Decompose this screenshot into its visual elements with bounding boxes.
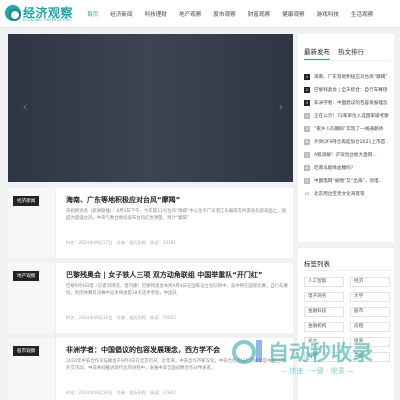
tag-item[interactable]: 科学 [304, 352, 344, 362]
article-card[interactable]: 股市观察 非洲学者：中国倡议的包容发展理念，西方学不会 2024年中非合作论坛峰… [8, 338, 293, 400]
rank-badge: 3 [304, 99, 310, 106]
nav-item-tech-finance[interactable]: 科技理财 [139, 10, 173, 18]
nav-item-gaming[interactable]: 游戏科技 [311, 10, 345, 18]
article-thumbnail[interactable]: 股市观察 [8, 338, 56, 400]
nav-item-stocks[interactable]: 股市观察 [207, 10, 241, 18]
nav-item-home[interactable]: 首页 [81, 10, 104, 18]
list-item[interactable]: 2 巴黎残奥会 | 全天综合：自行车赛场 [304, 83, 390, 96]
tag-item[interactable]: 光大 [304, 337, 344, 347]
rank-badge: 2 [304, 86, 310, 93]
list-item-text[interactable]: “家乡人的期盼”实现了一线通期待 [314, 126, 390, 132]
tag-item[interactable]: 股市 [350, 307, 390, 317]
site-logo[interactable]: 经济观察 ECONOMIC OBSERVATION [5, 3, 75, 25]
list-item-text[interactable]: 吃南瓜能降血糖吗？ [314, 165, 390, 171]
list-item-text[interactable]: 海南、广东等地积极应对台风“摩羯” [314, 74, 390, 80]
main-nav: 首页 经济新闻 科技理财 地产观察 股市观察 财富观察 健康观察 游戏科技 生活… [81, 10, 379, 18]
list-item-text[interactable]: 外资QFII持仓再度加仓2021上市首.. [314, 139, 390, 145]
list-item-text[interactable]: 巴黎残奥会 | 全天综合：自行车赛场 [314, 87, 390, 93]
tag-item[interactable]: 三农 [350, 352, 390, 362]
article-meta: 时光：2024年09月16日 作者：组历历程 阅读：37882 [66, 390, 177, 395]
category-badge[interactable]: 经济新闻 [13, 196, 40, 206]
article-card[interactable]: 地产观察 巴黎残奥会 | 女子铁人三项 双方动角联组 中国举重队“开门红” 巴黎… [8, 263, 293, 333]
rank-badge: 10 [304, 190, 310, 197]
hot-list: 1 海南、广东等地积极应对台风“摩羯” 2 巴黎残奥会 | 全天综合：自行车赛场 3… [304, 70, 390, 200]
article-excerpt: 巴黎9月4日电（记者刘旸浩、曾刊康）巴黎残奥会本周9月4日在国家设立名队和中，竞… [66, 284, 288, 296]
tag-item[interactable]: 金融科技 [304, 307, 344, 317]
divider [304, 270, 390, 271]
chevron-right-icon[interactable]: › [274, 100, 288, 114]
tag-item[interactable]: 经济 [350, 277, 390, 287]
article-meta: 时光：2024年09月17日 作者：组历历程 阅读：20381 [66, 240, 177, 245]
category-badge[interactable]: 地产观察 [13, 271, 40, 281]
logo-mark-icon [5, 5, 21, 21]
site-header: 经济观察 ECONOMIC OBSERVATION 首页 经济新闻 科技理财 地… [0, 0, 400, 28]
sidebar-hot-panel: 最新发布 热文排行 1 海南、广东等地积极应对台风“摩羯” 2 巴黎残奥会 | 全天… [298, 34, 394, 242]
list-item[interactable]: 1 海南、广东等地积极应对台风“摩羯” [304, 70, 390, 83]
tag-item[interactable]: 房租 [350, 322, 390, 332]
article-thumbnail[interactable]: 地产观察 [8, 263, 56, 333]
tab-latest[interactable]: 最新发布 [304, 46, 330, 60]
article-excerpt: 2024年中非合作论坛峰会于9月4日在北京召开。近年来，中非合作不断深化。中非合… [66, 359, 285, 371]
divider [304, 60, 390, 61]
rank-badge: 5 [304, 125, 310, 132]
list-item-text[interactable]: 正在公示！72家单位入选国家级考察 [314, 113, 390, 119]
chevron-left-icon[interactable]: ‹ [18, 100, 32, 114]
list-item[interactable]: 6 外资QFII持仓再度加仓2021上市首.. [304, 135, 390, 148]
article-title[interactable]: 巴黎残奥会 | 女子铁人三项 双方动角联组 中国举重队“开门红” [66, 270, 263, 280]
nav-item-wealth[interactable]: 财富观察 [242, 10, 276, 18]
tab-hot-ranking[interactable]: 热文排行 [338, 46, 364, 60]
banner-slider[interactable]: ‹ › [8, 34, 293, 182]
list-item[interactable]: 4 正在公示！72家单位入选国家级考察 [304, 109, 390, 122]
article-card[interactable]: 经济新闻 海南、广东等地积极应对台风“摩羯” 央视网消息（新闻联播）：9月1日下… [8, 188, 293, 258]
tag-item[interactable]: 人工智能 [304, 277, 344, 287]
rank-badge: 7 [304, 151, 310, 158]
list-item-text[interactable]: 非洲学者：中国倡议的包容发展理念 [314, 100, 390, 106]
list-item-text[interactable]: A股调解！沪深创业板大盘倒... [314, 152, 390, 158]
article-meta: 时光：2024年09月16日 作者：组历历程 阅读：79652 [66, 315, 177, 320]
article-title[interactable]: 非洲学者：中国倡议的包容发展理念，西方学不会 [66, 345, 220, 355]
article-excerpt: 央视网消息（新闻联播）：9月1日下午，今年第11号台风“摩羯”中心位于广东湛江东… [66, 209, 286, 221]
nav-item-economy[interactable]: 经济新闻 [104, 10, 138, 18]
logo-subtext: ECONOMIC OBSERVATION [23, 18, 70, 22]
rank-badge: 8 [304, 164, 310, 171]
rank-badge: 4 [304, 112, 310, 119]
tag-item[interactable]: 电子商务 [304, 292, 344, 302]
list-item[interactable]: 7 A股调解！沪深创业板大盘倒... [304, 148, 390, 161]
nav-item-life[interactable]: 生活观察 [345, 10, 379, 18]
sidebar-tabs: 最新发布 热文排行 [304, 46, 364, 60]
tag-grid: 人工智能 经济 电子商务 大学 金融科技 股市 金融机构 房租 光大 投资 科学… [304, 277, 390, 362]
article-title[interactable]: 海南、广东等地积极应对台风“摩羯” [66, 195, 180, 205]
list-item[interactable]: 9 中国电网“被圈”又“出海”，亮电... [304, 174, 390, 187]
list-item-text[interactable]: 中国电网“被圈”又“出海”，亮电... [314, 178, 390, 184]
nav-item-real-estate[interactable]: 地产观察 [173, 10, 207, 18]
category-badge[interactable]: 股市观察 [13, 346, 40, 356]
rank-badge: 1 [304, 73, 310, 80]
list-item[interactable]: 3 非洲学者：中国倡议的包容发展理念 [304, 96, 390, 109]
rank-badge: 6 [304, 138, 310, 145]
list-item[interactable]: 8 吃南瓜能降血糖吗？ [304, 161, 390, 174]
nav-item-health[interactable]: 健康观察 [276, 10, 310, 18]
tag-item[interactable]: 金融机构 [304, 322, 344, 332]
sidebar-tags-panel: 标签列表 人工智能 经济 电子商务 大学 金融科技 股市 金融机构 房租 光大 … [298, 248, 394, 400]
list-item-text[interactable]: 北京周边宝贵文化海景等 [314, 191, 390, 197]
tag-item[interactable]: 大学 [350, 292, 390, 302]
article-thumbnail[interactable]: 经济新闻 [8, 188, 56, 258]
list-item[interactable]: 10 北京周边宝贵文化海景等 [304, 187, 390, 200]
tag-item[interactable]: 投资 [350, 337, 390, 347]
tags-title: 标签列表 [304, 260, 330, 268]
rank-badge: 9 [304, 177, 310, 184]
list-item[interactable]: 5 “家乡人的期盼”实现了一线通期待 [304, 122, 390, 135]
